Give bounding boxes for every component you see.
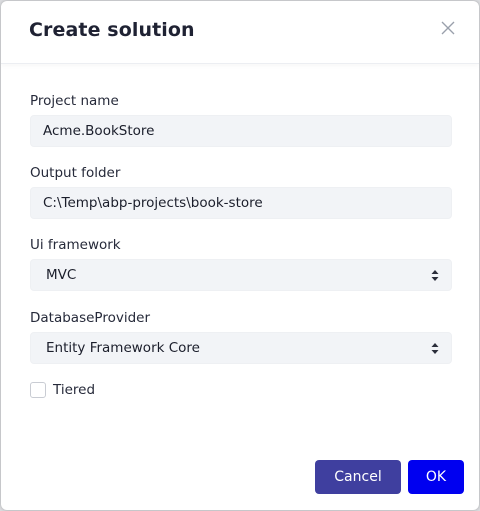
sort-caret-icon [431,343,439,354]
dialog-title: Create solution [29,19,195,41]
ui-framework-label: Ui framework [30,237,121,253]
sort-caret-icon [431,270,439,281]
ui-framework-select[interactable]: MVC [30,259,452,291]
ok-button[interactable]: OK [408,460,464,494]
create-solution-dialog: Create solution Project name Output fold… [1,1,479,510]
tiered-label: Tiered [53,382,96,398]
dialog-header: Create solution [1,1,479,64]
database-provider-label: DatabaseProvider [30,310,150,326]
close-button[interactable] [439,19,457,37]
database-provider-select[interactable]: Entity Framework Core [30,332,452,364]
ui-framework-selected-value: MVC [46,267,77,283]
database-provider-selected-value: Entity Framework Core [46,340,200,356]
project-name-input[interactable] [30,115,452,147]
output-folder-input[interactable] [30,187,452,219]
cancel-button[interactable]: Cancel [315,460,401,494]
project-name-label: Project name [30,93,119,109]
output-folder-label: Output folder [30,165,121,181]
close-icon [441,21,455,35]
tiered-checkbox[interactable] [30,382,46,398]
